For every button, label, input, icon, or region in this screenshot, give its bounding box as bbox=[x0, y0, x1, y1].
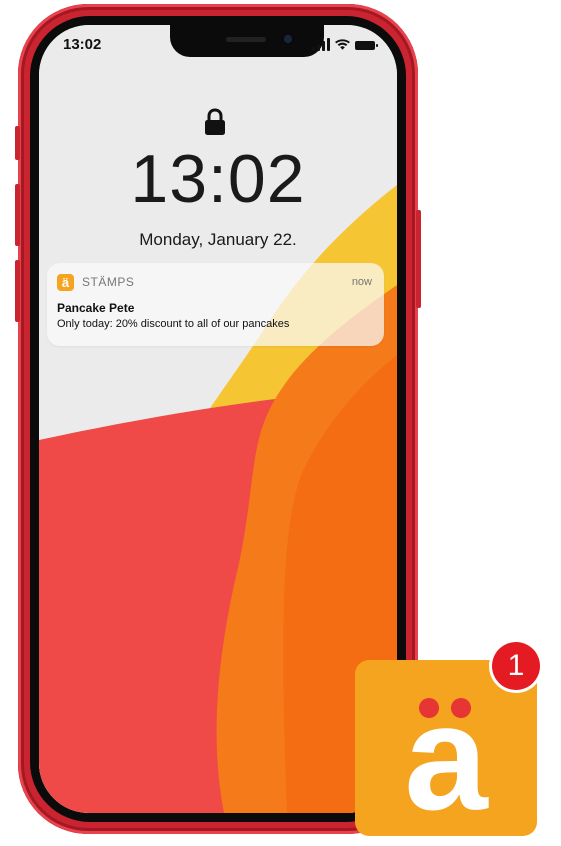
side-button-power bbox=[416, 210, 421, 308]
app-icon-letter: a bbox=[404, 673, 488, 841]
notification-count-badge: 1 bbox=[492, 642, 540, 690]
notification-title: Pancake Pete bbox=[57, 301, 135, 315]
phone-bezel: 13:02 13:02 Monday, January 22. ä STÄMPS… bbox=[30, 16, 406, 822]
lock-screen-time: 13:02 bbox=[130, 141, 306, 217]
battery-icon bbox=[355, 41, 378, 50]
push-notification[interactable]: ä STÄMPS now Pancake Pete Only today: 20… bbox=[47, 263, 384, 346]
side-button-volume-down bbox=[15, 260, 20, 322]
notification-body: Only today: 20% discount to all of our p… bbox=[57, 318, 290, 330]
signal-icon bbox=[312, 38, 330, 51]
status-bar-time: 13:02 bbox=[63, 36, 102, 53]
notch bbox=[170, 25, 324, 57]
speaker-grille bbox=[226, 37, 266, 42]
lock-screen[interactable]: 13:02 13:02 Monday, January 22. ä STÄMPS… bbox=[39, 25, 397, 813]
status-bar-icons bbox=[312, 37, 378, 51]
lock-screen-date: Monday, January 22. bbox=[139, 230, 297, 249]
stamps-app-icon: ä bbox=[57, 274, 74, 291]
side-button-silent bbox=[15, 126, 20, 160]
side-button-volume-up bbox=[15, 184, 20, 246]
notification-app-name: STÄMPS bbox=[82, 275, 135, 289]
lock-icon bbox=[205, 108, 225, 135]
notification-time: now bbox=[351, 276, 372, 288]
front-camera bbox=[284, 35, 292, 43]
wifi-icon bbox=[335, 39, 350, 50]
